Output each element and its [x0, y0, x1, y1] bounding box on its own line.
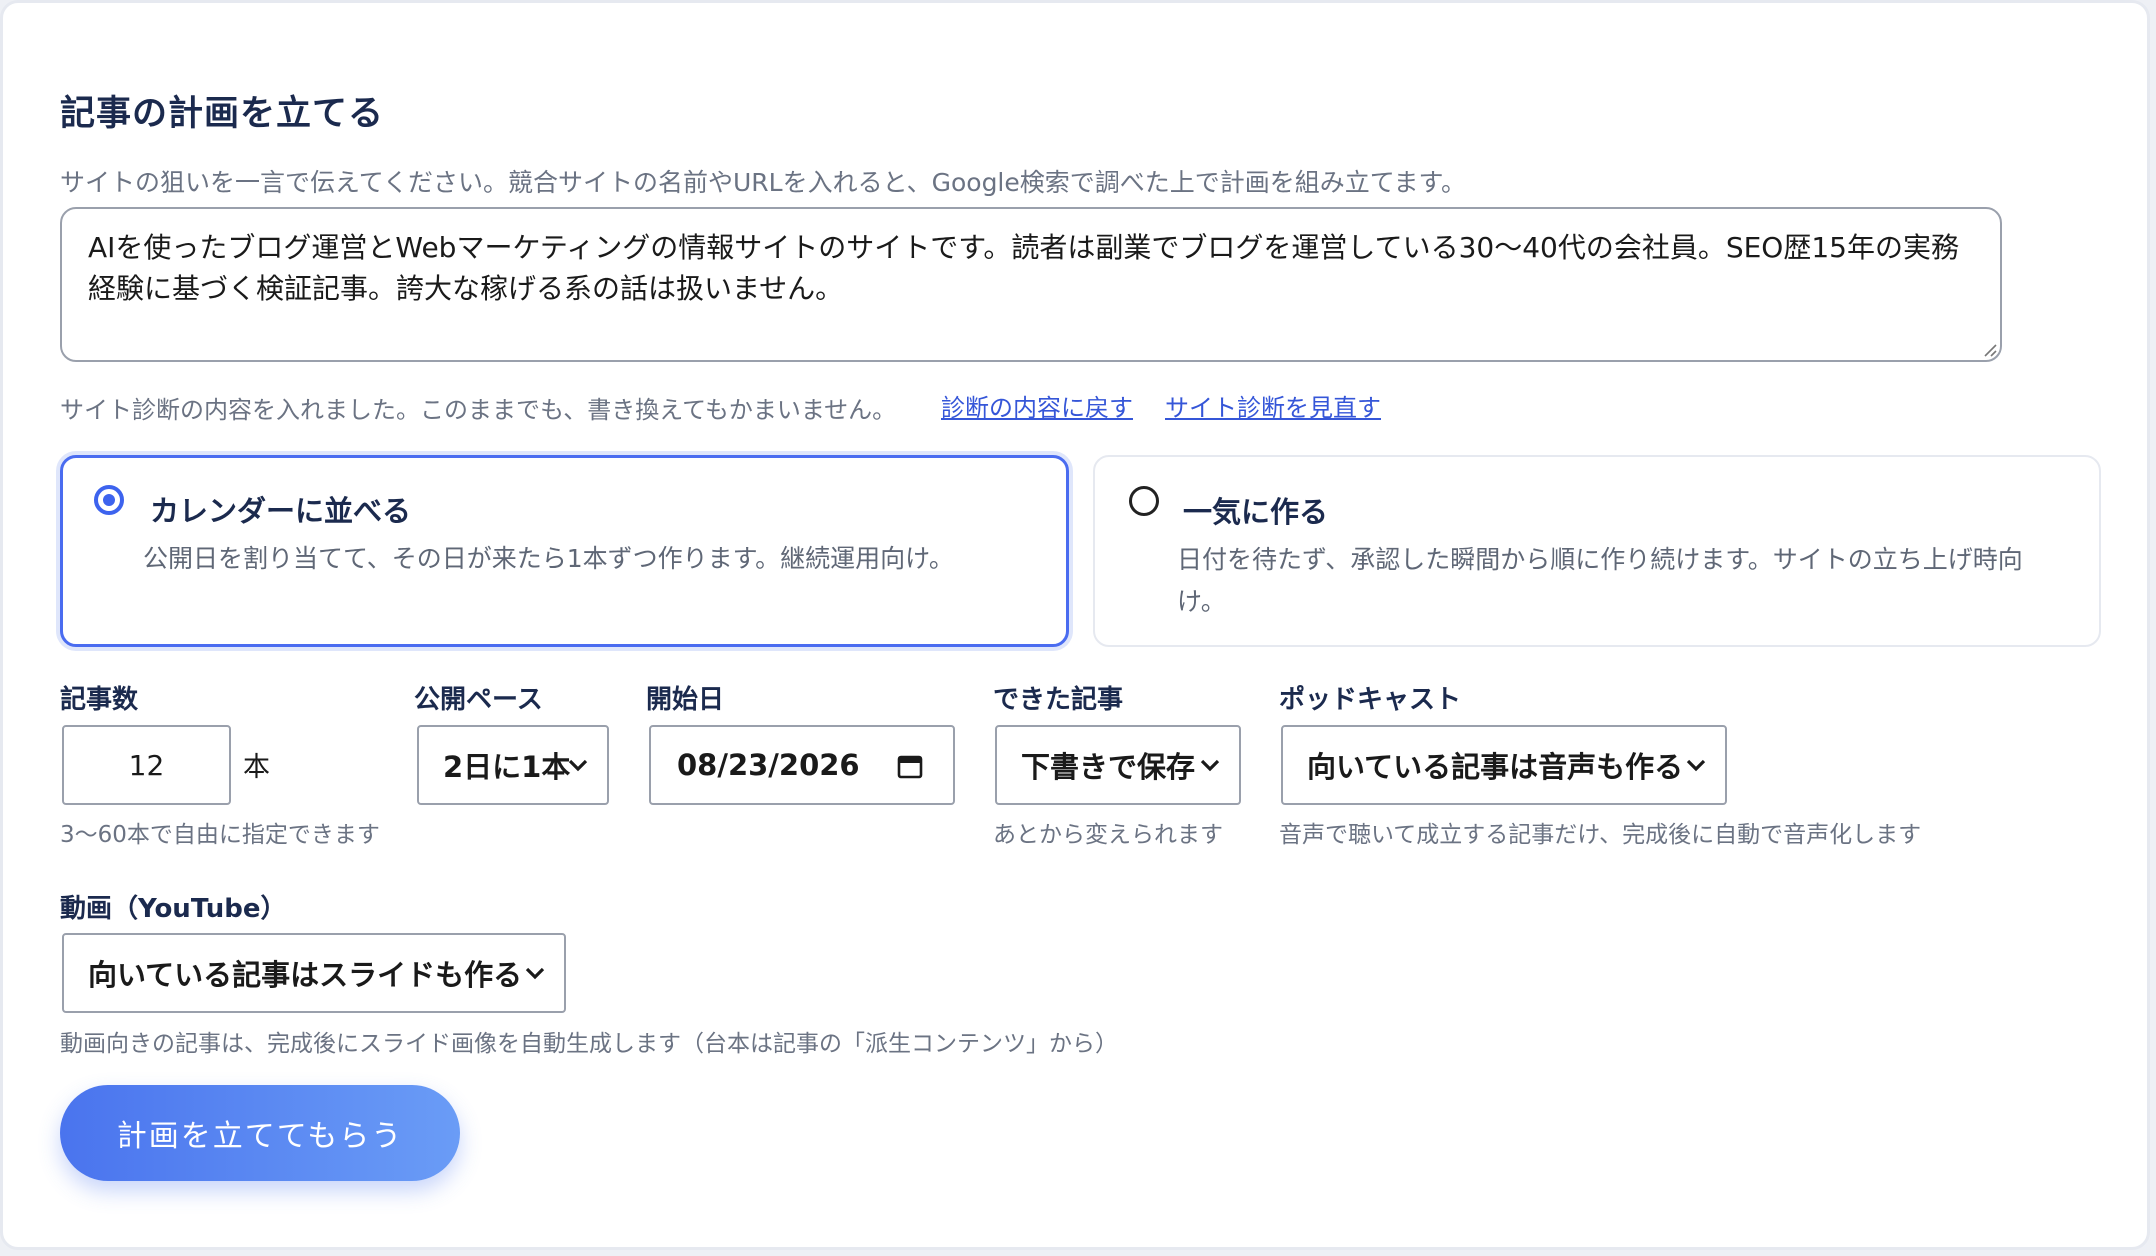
prefill-note: サイト診断の内容を入れました。このままでも、書き換えてもかまいません。 [60, 396, 897, 424]
podcast-hint: 音声で聴いて成立する記事だけ、完成後に自動で音声化します [1279, 822, 1922, 848]
site-goal-help: サイトの狙いを一言で伝えてください。競合サイトの名前やURLを入れると、Goog… [60, 168, 1467, 197]
output-hint: あとから変えられます [993, 822, 1223, 848]
podcast-label: ポッドキャスト [1279, 685, 1462, 715]
video-select[interactable]: 向いている記事はスライドも作る [62, 933, 566, 1013]
article-count-input[interactable]: 12 [62, 725, 231, 805]
calendar-icon[interactable] [897, 753, 923, 779]
chevron-down-icon [525, 967, 545, 980]
mode-title-bulk: 一気に作る [1183, 495, 1329, 529]
output-label: できた記事 [993, 685, 1124, 715]
video-label: 動画（YouTube） [60, 894, 287, 924]
site-goal-textarea[interactable]: AIを使ったブログ運営とWebマーケティングの情報サイトのサイトです。読者は副業… [60, 207, 2002, 362]
mode-title-calendar: カレンダーに並べる [150, 494, 412, 528]
start-date-label: 開始日 [646, 685, 725, 715]
pace-label: 公開ペース [414, 685, 543, 715]
pace-value: 2日に1本 [443, 750, 571, 784]
pace-select[interactable]: 2日に1本 [417, 725, 609, 805]
mode-desc-bulk: 日付を待たず、承認した瞬間から順に作り続けます。サイトの立ち上げ時向け。 [1177, 545, 2023, 616]
output-value: 下書きで保存 [1021, 750, 1196, 784]
count-unit: 本 [243, 752, 270, 783]
restore-diagnosis-link[interactable]: 診断の内容に戻す [941, 388, 1133, 423]
video-hint: 動画向きの記事は、完成後にスライド画像を自動生成します（台本は記事の「派生コンテ… [60, 1031, 1118, 1057]
chevron-down-icon [568, 759, 588, 772]
podcast-select[interactable]: 向いている記事は音声も作る [1281, 725, 1727, 805]
mode-option-bulk[interactable]: 一気に作る 日付を待たず、承認した瞬間から順に作り続けます。サイトの立ち上げ時向… [1093, 455, 2101, 647]
start-date-value: 08/23/2026 [677, 748, 860, 782]
radio-unselected-icon[interactable] [1129, 486, 1159, 516]
output-select[interactable]: 下書きで保存 [995, 725, 1241, 805]
page-title: 記事の計画を立てる [60, 94, 385, 134]
chevron-down-icon [1686, 759, 1706, 772]
count-label: 記事数 [60, 685, 139, 715]
start-date-input[interactable]: 08/23/2026 [649, 725, 955, 805]
review-diagnosis-link[interactable]: サイト診断を見直す [1165, 388, 1381, 423]
mode-option-calendar[interactable]: カレンダーに並べる 公開日を割り当てて、その日が来たら1本ずつ作ります。継続運用… [60, 455, 1069, 647]
chevron-down-icon [1200, 759, 1220, 772]
resize-grip-icon[interactable] [1981, 341, 1997, 357]
podcast-value: 向いている記事は音声も作る [1307, 750, 1684, 784]
plan-card: 記事の計画を立てる サイトの狙いを一言で伝えてください。競合サイトの名前やURL… [0, 0, 2150, 1250]
video-value: 向いている記事はスライドも作る [88, 958, 523, 992]
submit-plan-button[interactable]: 計画を立ててもらう [60, 1085, 460, 1181]
count-hint: 3〜60本で自由に指定できます [60, 822, 380, 848]
radio-selected-icon[interactable] [94, 485, 124, 515]
mode-desc-calendar: 公開日を割り当てて、その日が来たら1本ずつ作ります。継続運用向け。 [143, 544, 954, 573]
article-count-value: 12 [128, 748, 165, 782]
